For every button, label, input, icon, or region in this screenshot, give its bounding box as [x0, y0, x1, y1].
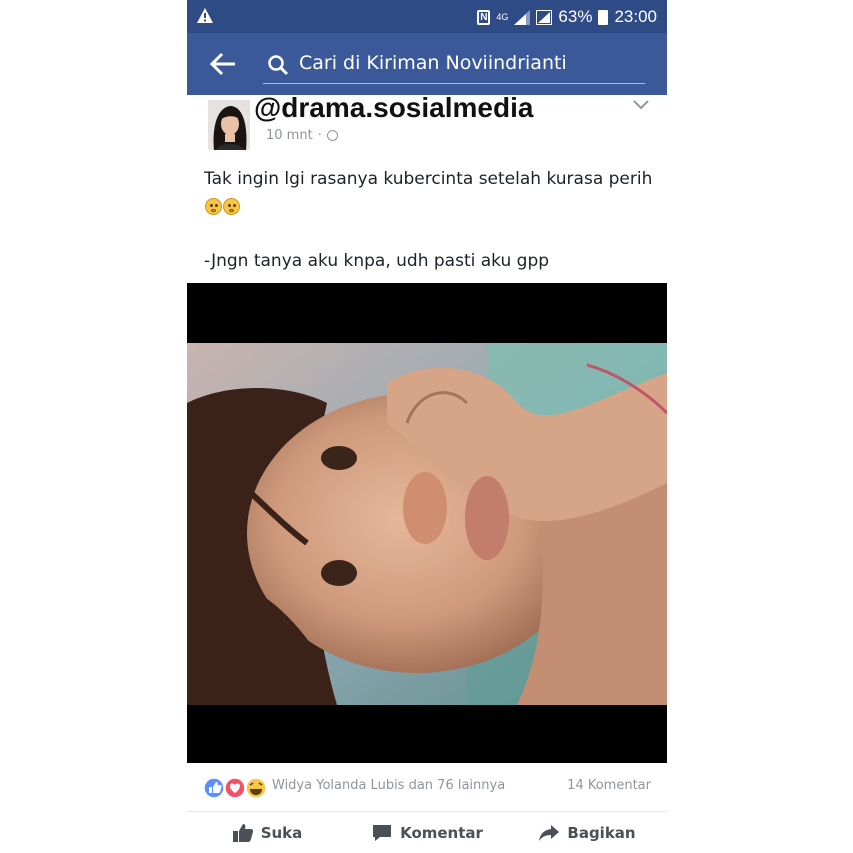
reaction-names[interactable]: Widya Yolanda Lubis dan 76 lainnya: [272, 778, 505, 793]
post-photo[interactable]: [187, 283, 667, 763]
meta-separator: ·: [317, 128, 322, 143]
comments-count[interactable]: 14 Komentar: [567, 778, 651, 793]
comment-label: Komentar: [400, 823, 483, 842]
avatar[interactable]: [208, 100, 250, 150]
search-icon: [268, 55, 289, 76]
chevron-down-icon[interactable]: [631, 98, 651, 112]
like-button[interactable]: Suka: [187, 812, 347, 853]
post-body: Tak ingin lgi rasanya kubercinta setelah…: [204, 165, 654, 275]
search-header: Cari di Kiriman Noviindrianti: [187, 33, 667, 95]
signal-icon-2: [536, 9, 553, 25]
battery-percent: 63%: [558, 7, 593, 26]
share-arrow-icon: [539, 824, 560, 841]
post-text-line-2: -Jngn tanya aku knpa, udh pasti aku gpp: [204, 251, 550, 271]
action-bar: Suka Komentar Bagikan: [187, 812, 667, 853]
thumbs-up-icon: [232, 823, 253, 842]
post-meta: 10 mnt ·: [266, 128, 338, 143]
comment-button[interactable]: Komentar: [347, 812, 507, 853]
watermark-text: @drama.sosialmedia: [254, 92, 534, 123]
astonished-emoji-icon-2: [223, 198, 240, 215]
post-header: @drama.sosialmedia 10 mnt ·: [187, 92, 667, 155]
network-type-label: 4G: [496, 11, 509, 22]
status-bar: N 4G 63% 23:00: [187, 0, 667, 33]
share-button[interactable]: Bagikan: [507, 812, 667, 853]
search-field[interactable]: Cari di Kiriman Noviindrianti: [263, 47, 645, 84]
post-time[interactable]: 10 mnt: [266, 128, 313, 143]
nfc-icon: N: [477, 9, 491, 25]
photo-content: [187, 343, 667, 705]
reactions-summary[interactable]: Widya Yolanda Lubis dan 76 lainnya 14 Ko…: [187, 763, 667, 812]
astonished-emoji-icon: [205, 198, 222, 215]
avatar-image: [208, 100, 250, 150]
back-arrow-icon[interactable]: [209, 50, 239, 78]
selfie-photo: [187, 343, 667, 705]
signal-icon: [514, 9, 531, 25]
share-label: Bagikan: [567, 823, 636, 842]
battery-icon: [598, 9, 609, 25]
like-label: Suka: [260, 823, 303, 842]
warning-icon: [197, 8, 213, 23]
clock: 23:00: [614, 7, 657, 26]
phone-screen: N 4G 63% 23:00 Cari di Kiriman Noviindri…: [187, 0, 667, 853]
globe-icon: [326, 130, 338, 141]
post-text-1: Tak ingin lgi rasanya kubercinta setelah…: [204, 169, 653, 189]
search-query-text: Cari di Kiriman Noviindrianti: [299, 52, 567, 74]
reaction-icons: [203, 777, 267, 799]
comment-icon: [373, 824, 392, 841]
post-text-line-1: Tak ingin lgi rasanya kubercinta setelah…: [204, 165, 654, 221]
